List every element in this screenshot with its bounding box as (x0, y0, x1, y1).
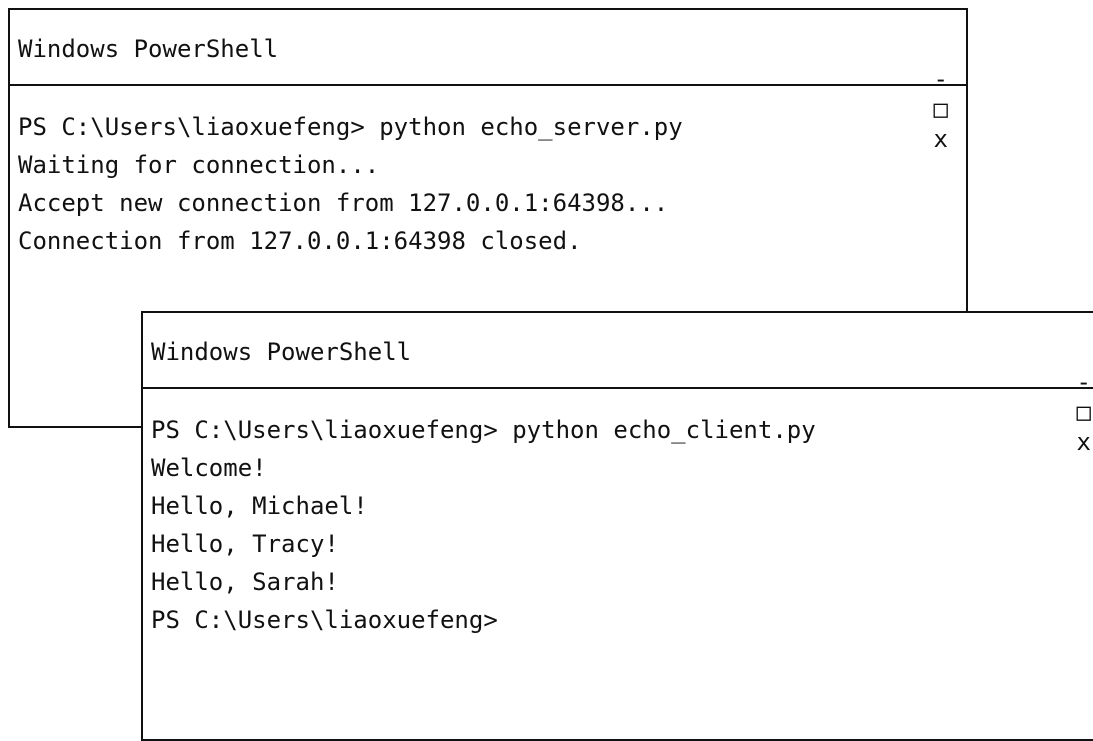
server-window-titlebar[interactable]: Windows PowerShell - □ x (10, 10, 966, 153)
server-console-line: Waiting for connection... (18, 151, 380, 179)
server-window-title: Windows PowerShell (18, 35, 279, 63)
client-console-line: Welcome! (151, 454, 267, 482)
server-console-line: Accept new connection from 127.0.0.1:643… (18, 189, 669, 217)
server-console-line: PS C:\Users\liaoxuefeng> python echo_ser… (18, 113, 683, 141)
client-console-output[interactable]: PS C:\Users\liaoxuefeng> python echo_cli… (151, 411, 1093, 639)
client-console-line: PS C:\Users\liaoxuefeng> python echo_cli… (151, 416, 816, 444)
client-console-line: Hello, Sarah! (151, 568, 339, 596)
client-window-title: Windows PowerShell (151, 338, 412, 366)
minimize-icon[interactable]: - (1077, 367, 1091, 397)
minimize-icon[interactable]: - (934, 64, 948, 94)
client-console-line: Hello, Michael! (151, 492, 368, 520)
client-console-line: Hello, Tracy! (151, 530, 339, 558)
client-window-titlebar[interactable]: Windows PowerShell - □ x (143, 313, 1093, 456)
client-powershell-window[interactable]: Windows PowerShell - □ x PS C:\Users\lia… (141, 311, 1093, 741)
server-console-output[interactable]: PS C:\Users\liaoxuefeng> python echo_ser… (18, 108, 958, 260)
server-console-line: Connection from 127.0.0.1:64398 closed. (18, 227, 582, 255)
client-console-line: PS C:\Users\liaoxuefeng> (151, 606, 498, 634)
